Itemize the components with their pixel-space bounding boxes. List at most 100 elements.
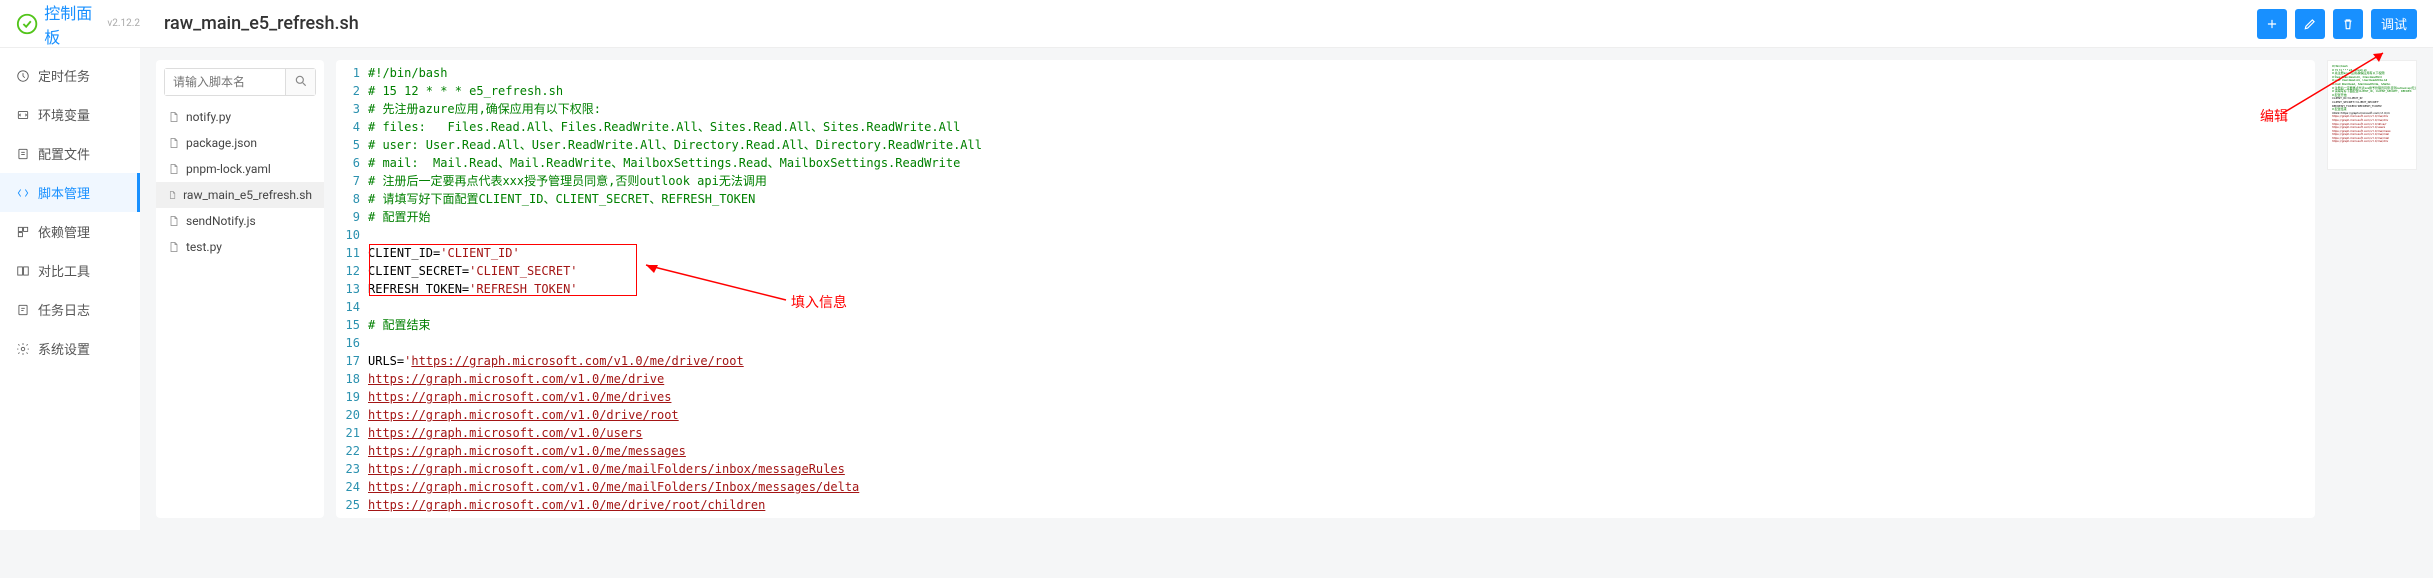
nav-label: 配置文件 [38, 144, 90, 163]
edit-button[interactable] [2295, 9, 2325, 39]
line-content: https://graph.microsoft.com/v1.0/me/driv… [368, 370, 2315, 388]
nav-label: 脚本管理 [38, 183, 90, 202]
nav-label: 依赖管理 [38, 222, 90, 241]
code-line: 10 [336, 226, 2315, 244]
search-input[interactable] [165, 69, 285, 95]
line-number: 21 [336, 424, 368, 442]
file-item[interactable]: notify.py [156, 104, 324, 130]
nav-item-diff[interactable]: 对比工具 [0, 251, 140, 290]
line-number: 15 [336, 316, 368, 334]
line-content: #!/bin/bash [368, 64, 2315, 82]
nav-item-config[interactable]: 配置文件 [0, 134, 140, 173]
file-icon [168, 189, 177, 201]
code-line: 2# 15 12 * * * e5_refresh.sh [336, 82, 2315, 100]
code-line: 4# files: Files.Read.All、Files.ReadWrite… [336, 118, 2315, 136]
code-line: 24https://graph.microsoft.com/v1.0/me/ma… [336, 478, 2315, 496]
line-content: # 15 12 * * * e5_refresh.sh [368, 82, 2315, 100]
line-content [368, 226, 2315, 244]
line-number: 2 [336, 82, 368, 100]
file-name: pnpm-lock.yaml [186, 162, 271, 176]
code-line: 14 [336, 298, 2315, 316]
code-line: 17URLS='https://graph.microsoft.com/v1.0… [336, 352, 2315, 370]
code-line: 5# user: User.Read.All、User.ReadWrite.Al… [336, 136, 2315, 154]
file-icon [168, 111, 180, 123]
code-line: 1#!/bin/bash [336, 64, 2315, 82]
code-line: 22https://graph.microsoft.com/v1.0/me/me… [336, 442, 2315, 460]
line-number: 12 [336, 262, 368, 280]
line-content: # 请填写好下面配置CLIENT_ID、CLIENT_SECRET、REFRES… [368, 190, 2315, 208]
delete-button[interactable] [2333, 9, 2363, 39]
log-icon [16, 303, 30, 317]
config-icon [16, 147, 30, 161]
file-item[interactable]: test.py [156, 234, 324, 260]
line-number: 23 [336, 460, 368, 478]
main-content: notify.py package.json pnpm-lock.yaml raw_m… [140, 48, 2433, 530]
sidebar: 定时任务环境变量配置文件脚本管理依赖管理对比工具任务日志系统设置 [0, 48, 140, 530]
line-content: # user: User.Read.All、User.ReadWrite.All… [368, 136, 2315, 154]
line-content: https://graph.microsoft.com/v1.0/me/mess… [368, 442, 2315, 460]
code-line: 7# 注册后一定要再点代表xxx授予管理员同意,否则outlook api无法调… [336, 172, 2315, 190]
file-item[interactable]: package.json [156, 130, 324, 156]
line-content: # 注册后一定要再点代表xxx授予管理员同意,否则outlook api无法调用 [368, 172, 2315, 190]
nav-label: 定时任务 [38, 66, 90, 85]
line-number: 9 [336, 208, 368, 226]
line-number: 13 [336, 280, 368, 298]
settings-icon [16, 342, 30, 356]
line-number: 10 [336, 226, 368, 244]
line-number: 17 [336, 352, 368, 370]
line-number: 14 [336, 298, 368, 316]
header-actions: 调试 [2257, 9, 2417, 39]
file-icon [168, 215, 180, 227]
code-line: 25https://graph.microsoft.com/v1.0/me/dr… [336, 496, 2315, 514]
nav-label: 对比工具 [38, 261, 90, 280]
nav-label: 环境变量 [38, 105, 90, 124]
clock-icon [16, 69, 30, 83]
logo-title: 控制面板 [44, 0, 103, 48]
nav-item-script[interactable]: 脚本管理 [0, 173, 140, 212]
file-item[interactable]: raw_main_e5_refresh.sh [156, 182, 324, 208]
script-icon [16, 186, 30, 200]
line-content: https://graph.microsoft.com/v1.0/me/driv… [368, 496, 2315, 514]
debug-button[interactable]: 调试 [2371, 9, 2417, 39]
line-number: 24 [336, 478, 368, 496]
file-item[interactable]: sendNotify.js [156, 208, 324, 234]
file-name: notify.py [186, 110, 231, 124]
file-icon [168, 241, 180, 253]
nav-item-deps[interactable]: 依赖管理 [0, 212, 140, 251]
page-title: raw_main_e5_refresh.sh [164, 13, 359, 34]
file-item[interactable]: pnpm-lock.yaml [156, 156, 324, 182]
annotation-box [369, 244, 637, 296]
code-line: 3# 先注册azure应用,确保应用有以下权限: [336, 100, 2315, 118]
file-name: sendNotify.js [186, 214, 256, 228]
diff-icon [16, 264, 30, 278]
file-icon [168, 163, 180, 175]
line-number: 19 [336, 388, 368, 406]
line-content: https://graph.microsoft.com/v1.0/users [368, 424, 2315, 442]
line-content: CLIENT_ID='CLIENT_ID' [368, 244, 2315, 262]
minimap[interactable]: #!/bin/bash# 15 12 * * * e5_refresh.sh# … [2327, 60, 2417, 170]
nav-label: 系统设置 [38, 339, 90, 358]
line-number: 18 [336, 370, 368, 388]
code-line: 19https://graph.microsoft.com/v1.0/me/dr… [336, 388, 2315, 406]
line-number: 22 [336, 442, 368, 460]
line-content: https://graph.microsoft.com/v1.0/me/mail… [368, 460, 2315, 478]
line-number: 11 [336, 244, 368, 262]
search-button[interactable] [285, 69, 315, 95]
annotation-edit: 编辑 [2260, 106, 2288, 126]
line-number: 4 [336, 118, 368, 136]
code-line: 15# 配置结束 [336, 316, 2315, 334]
nav-item-env[interactable]: 环境变量 [0, 95, 140, 134]
nav-item-clock[interactable]: 定时任务 [0, 56, 140, 95]
code-line: 16 [336, 334, 2315, 352]
search-wrap [164, 68, 316, 96]
file-icon [168, 137, 180, 149]
add-button[interactable] [2257, 9, 2287, 39]
line-content: # mail: Mail.Read、Mail.ReadWrite、Mailbox… [368, 154, 2315, 172]
nav-label: 任务日志 [38, 300, 90, 319]
line-content: https://graph.microsoft.com/v1.0/me/driv… [368, 388, 2315, 406]
nav-item-settings[interactable]: 系统设置 [0, 329, 140, 368]
code-editor[interactable]: 填入信息 1#!/bin/bash2# 15 12 * * * e5_refre… [336, 60, 2315, 518]
nav-item-log[interactable]: 任务日志 [0, 290, 140, 329]
code-line: 23https://graph.microsoft.com/v1.0/me/ma… [336, 460, 2315, 478]
logo-area[interactable]: 控制面板 v2.12.2 [16, 0, 140, 48]
